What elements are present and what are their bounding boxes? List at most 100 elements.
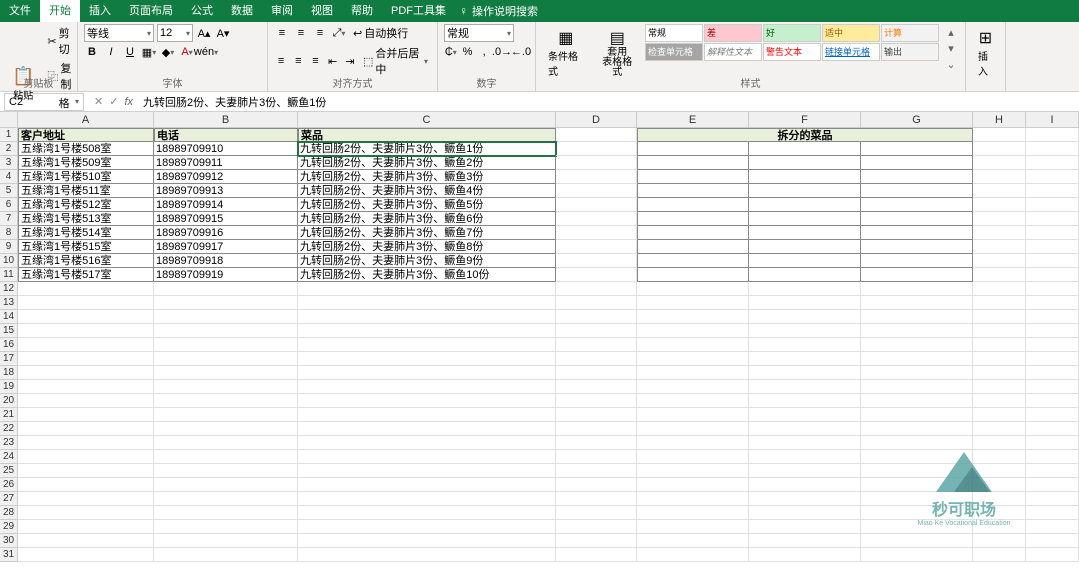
- cell[interactable]: [154, 534, 298, 548]
- cell[interactable]: [861, 478, 973, 492]
- cell[interactable]: [637, 338, 749, 352]
- cell[interactable]: [18, 282, 154, 296]
- cell-address[interactable]: 五缘湾1号楼512室: [18, 198, 154, 212]
- col-header-G[interactable]: G: [861, 112, 973, 127]
- cell[interactable]: [861, 492, 973, 506]
- cell[interactable]: [1026, 226, 1079, 240]
- cell[interactable]: [154, 338, 298, 352]
- cell[interactable]: [298, 548, 556, 562]
- cell[interactable]: [749, 548, 861, 562]
- underline-icon[interactable]: U: [122, 44, 138, 60]
- col-header-A[interactable]: A: [18, 112, 154, 127]
- cell[interactable]: [1026, 366, 1079, 380]
- cell[interactable]: [749, 422, 861, 436]
- cell[interactable]: [637, 492, 749, 506]
- header-split-dishes[interactable]: 拆分的菜品: [637, 128, 973, 142]
- cell-split2[interactable]: [749, 198, 861, 212]
- cell[interactable]: [154, 506, 298, 520]
- cell[interactable]: [861, 520, 973, 534]
- menu-file[interactable]: 文件: [0, 0, 40, 22]
- cell[interactable]: [154, 422, 298, 436]
- cell[interactable]: [1026, 352, 1079, 366]
- cell[interactable]: [1026, 450, 1079, 464]
- cell[interactable]: [154, 366, 298, 380]
- cell[interactable]: [973, 478, 1026, 492]
- cell[interactable]: [154, 282, 298, 296]
- cell[interactable]: [749, 450, 861, 464]
- cell-dishes[interactable]: 九转回肠2份、夫妻肺片3份、鳜鱼2份: [298, 156, 556, 170]
- cell-style-s8[interactable]: 警告文本: [763, 43, 821, 61]
- menu-帮助[interactable]: 帮助: [342, 0, 382, 22]
- cell-split2[interactable]: [749, 212, 861, 226]
- cell[interactable]: [18, 436, 154, 450]
- cell[interactable]: [298, 310, 556, 324]
- cell[interactable]: [18, 338, 154, 352]
- row-header-26[interactable]: 26: [0, 478, 17, 492]
- cell[interactable]: [973, 324, 1026, 338]
- row-header-11[interactable]: 11: [0, 268, 17, 282]
- cell[interactable]: [154, 464, 298, 478]
- cell[interactable]: [973, 506, 1026, 520]
- cell[interactable]: [18, 422, 154, 436]
- cell[interactable]: [749, 310, 861, 324]
- cell[interactable]: [18, 310, 154, 324]
- row-header-27[interactable]: 27: [0, 492, 17, 506]
- phonetic-icon[interactable]: wén▾: [198, 44, 214, 60]
- font-color-icon[interactable]: A▾: [179, 44, 195, 60]
- row-header-22[interactable]: 22: [0, 422, 17, 436]
- cell-split1[interactable]: [637, 198, 749, 212]
- cell[interactable]: [1026, 156, 1079, 170]
- cell[interactable]: [973, 464, 1026, 478]
- decrease-font-icon[interactable]: A▾: [215, 25, 231, 41]
- align-bottom-icon[interactable]: ≡: [312, 25, 328, 41]
- cell[interactable]: [18, 492, 154, 506]
- enter-icon[interactable]: ✓: [109, 95, 118, 108]
- cell[interactable]: [18, 352, 154, 366]
- cell[interactable]: [18, 408, 154, 422]
- cell[interactable]: [1026, 170, 1079, 184]
- row-header-24[interactable]: 24: [0, 450, 17, 464]
- cell[interactable]: [556, 254, 637, 268]
- cell-split3[interactable]: [861, 254, 973, 268]
- cell[interactable]: [298, 520, 556, 534]
- cell[interactable]: [637, 464, 749, 478]
- merge-button[interactable]: ⬚合并后居中▾: [360, 44, 431, 78]
- cell[interactable]: [637, 296, 749, 310]
- cell[interactable]: [1026, 548, 1079, 562]
- cell[interactable]: [298, 450, 556, 464]
- cell[interactable]: [298, 408, 556, 422]
- cell[interactable]: [154, 478, 298, 492]
- cell[interactable]: [154, 296, 298, 310]
- cell-dishes[interactable]: 九转回肠2份、夫妻肺片3份、鳜鱼4份: [298, 184, 556, 198]
- cell[interactable]: [1026, 506, 1079, 520]
- cell[interactable]: [1026, 240, 1079, 254]
- cell-phone[interactable]: 18989709919: [154, 268, 298, 282]
- cell-address[interactable]: 五缘湾1号楼514室: [18, 226, 154, 240]
- cell[interactable]: [973, 184, 1026, 198]
- cell[interactable]: [298, 506, 556, 520]
- col-header-B[interactable]: B: [154, 112, 298, 127]
- cell[interactable]: [556, 478, 637, 492]
- cell[interactable]: [154, 310, 298, 324]
- menu-视图[interactable]: 视图: [302, 0, 342, 22]
- cell[interactable]: [556, 548, 637, 562]
- cell[interactable]: [18, 366, 154, 380]
- cell[interactable]: [556, 422, 637, 436]
- cell-dishes[interactable]: 九转回肠2份、夫妻肺片3份、鳜鱼6份: [298, 212, 556, 226]
- cell[interactable]: [1026, 464, 1079, 478]
- cell[interactable]: [973, 170, 1026, 184]
- cell[interactable]: [1026, 268, 1079, 282]
- cell-address[interactable]: 五缘湾1号楼510室: [18, 170, 154, 184]
- cell[interactable]: [18, 450, 154, 464]
- cell-split1[interactable]: [637, 268, 749, 282]
- cell[interactable]: [861, 380, 973, 394]
- cell[interactable]: [556, 492, 637, 506]
- cell-split2[interactable]: [749, 226, 861, 240]
- cell-split2[interactable]: [749, 156, 861, 170]
- cell[interactable]: [1026, 324, 1079, 338]
- cell[interactable]: [637, 366, 749, 380]
- cell[interactable]: [749, 520, 861, 534]
- cell[interactable]: [298, 296, 556, 310]
- cell-address[interactable]: 五缘湾1号楼508室: [18, 142, 154, 156]
- cell[interactable]: [861, 366, 973, 380]
